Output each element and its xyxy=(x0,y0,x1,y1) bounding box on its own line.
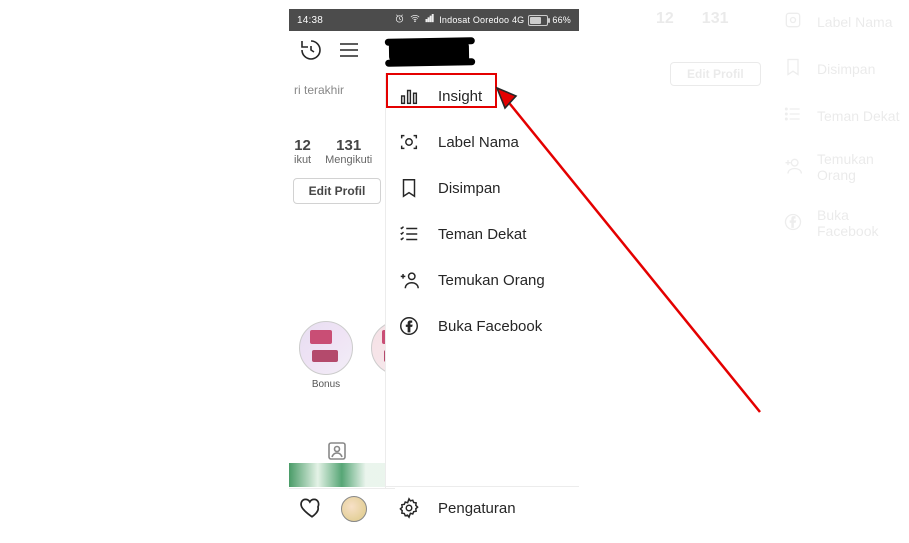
menu-insight[interactable]: Insight xyxy=(386,73,579,119)
menu-close-friends[interactable]: Teman Dekat xyxy=(386,211,579,257)
highlight-bonus[interactable]: Bonus xyxy=(299,321,353,390)
wifi-icon xyxy=(409,13,421,27)
menu-label: Temukan Orang xyxy=(438,272,545,289)
menu-label: Label Nama xyxy=(438,134,519,151)
status-time: 14:38 xyxy=(297,15,323,26)
menu-label: Disimpan xyxy=(438,180,501,197)
settings-gear-icon xyxy=(398,497,420,519)
bookmark-icon xyxy=(398,177,420,199)
menu-settings[interactable]: Pengaturan xyxy=(386,486,579,529)
stat-followers-lbl: ikut xyxy=(294,154,311,166)
profile-header xyxy=(289,31,579,74)
hamburger-icon[interactable] xyxy=(337,38,361,67)
profile-strip: ri terakhir 12 ikut 131 Mengikuti Edit P… xyxy=(289,73,385,204)
discover-people-icon xyxy=(398,269,420,291)
ghost-edit-profile: Edit Profil xyxy=(670,62,761,86)
post-thumbnail[interactable] xyxy=(289,463,385,487)
alarm-icon xyxy=(394,13,405,27)
bottom-bar xyxy=(289,488,395,529)
partial-text: ri terakhir xyxy=(289,73,385,97)
background-ghost xyxy=(630,190,890,530)
menu-saved[interactable]: Disimpan xyxy=(386,165,579,211)
close-friends-icon xyxy=(398,223,420,245)
ghost-stats: 12 131 xyxy=(656,10,729,28)
username-redacted xyxy=(389,40,469,63)
menu-nametag[interactable]: Label Nama xyxy=(386,119,579,165)
stat-following-lbl: Mengikuti xyxy=(325,154,372,166)
stat-following-num: 131 xyxy=(325,137,372,154)
heart-icon[interactable] xyxy=(299,494,325,525)
list-icon xyxy=(783,104,803,127)
menu-label: Insight xyxy=(438,88,482,105)
battery-pct: 66% xyxy=(552,15,571,25)
menu-label: Pengaturan xyxy=(438,500,516,517)
nametag-icon xyxy=(783,10,803,33)
highlight-label: Bonus xyxy=(299,379,353,390)
menu-label: Buka Facebook xyxy=(438,318,542,335)
facebook-icon xyxy=(398,315,420,337)
signal-icon xyxy=(425,13,435,27)
phone-screen: 14:38 Indosat Ooredoo 4G 66% xyxy=(289,9,579,529)
stat-followers-num: 12 xyxy=(294,137,311,154)
profile-avatar-icon[interactable] xyxy=(341,496,367,522)
menu-label: Teman Dekat xyxy=(438,226,526,243)
edit-profile-button[interactable]: Edit Profil xyxy=(293,178,381,204)
bookmark-icon xyxy=(783,57,803,80)
menu-discover-people[interactable]: Temukan Orang xyxy=(386,257,579,303)
add-person-icon xyxy=(783,156,803,179)
drawer-menu: Insight Label Nama Disimpan Teman Dekat … xyxy=(385,73,579,529)
carrier-text: Indosat Ooredoo 4G xyxy=(439,15,524,25)
menu-open-facebook[interactable]: Buka Facebook xyxy=(386,303,579,349)
insight-icon xyxy=(398,85,420,107)
status-bar: 14:38 Indosat Ooredoo 4G 66% xyxy=(289,9,579,31)
battery-icon xyxy=(528,15,548,26)
archive-icon[interactable] xyxy=(299,38,323,67)
profile-stats: 12 ikut 131 Mengikuti xyxy=(289,97,385,166)
nametag-icon xyxy=(398,131,420,153)
